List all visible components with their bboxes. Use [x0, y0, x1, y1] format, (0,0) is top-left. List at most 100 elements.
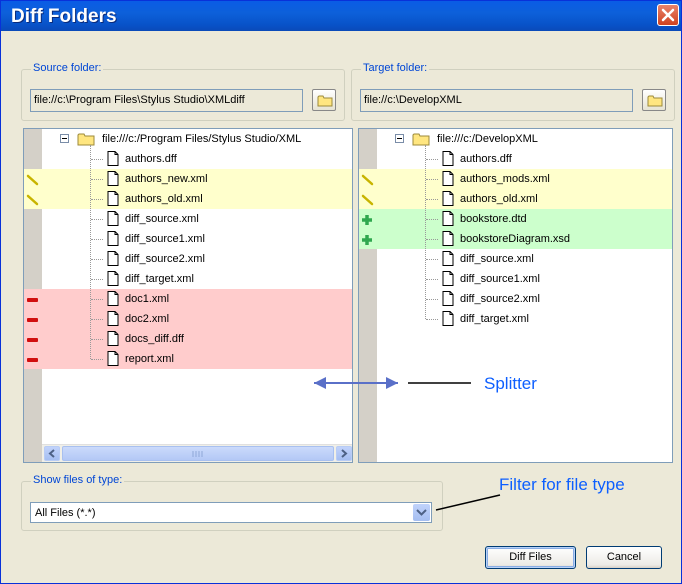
diff-files-button[interactable]: Diff Files: [485, 546, 576, 569]
source-path-field[interactable]: file://c:\Program Files\Stylus Studio\XM…: [30, 89, 303, 112]
tree-line: [426, 279, 438, 280]
collapse-icon[interactable]: [60, 134, 70, 144]
tree-line: [91, 219, 103, 220]
file-icon: [442, 311, 454, 326]
status-mark: [26, 334, 40, 349]
file-name-label: authors.dff: [460, 153, 512, 165]
folder-icon: [412, 133, 430, 146]
tree-root-label: file:///c:/DevelopXML: [437, 133, 538, 145]
close-button[interactable]: [657, 4, 679, 26]
source-tree: file:///c:/Program Files/Stylus Studio/X…: [24, 129, 352, 369]
diff-folders-dialog: Diff Folders Source folder: file://c:\Pr…: [0, 0, 682, 584]
cancel-button[interactable]: Cancel: [586, 546, 662, 569]
tree-file-row[interactable]: doc2.xml: [24, 309, 352, 329]
target-browse-button[interactable]: [642, 89, 666, 111]
tree-file-row[interactable]: diff_source.xml: [24, 209, 352, 229]
tree-line: [426, 159, 438, 160]
chevron-right-icon: [341, 449, 348, 458]
file-name-label: diff_source.xml: [460, 253, 534, 265]
tree-file-row[interactable]: diff_source1.xml: [359, 269, 672, 289]
tree-line: [91, 259, 103, 260]
tree-file-row[interactable]: bookstore.dtd: [359, 209, 672, 229]
tree-line: [91, 239, 103, 240]
tree-file-row[interactable]: docs_diff.dff: [24, 329, 352, 349]
tree-file-row[interactable]: diff_target.xml: [359, 309, 672, 329]
file-name-label: authors_old.xml: [460, 193, 538, 205]
status-mark: [361, 194, 375, 209]
added-icon: [362, 235, 372, 245]
source-tree-pane[interactable]: file:///c:/Program Files/Stylus Studio/X…: [23, 128, 353, 463]
tree-file-row[interactable]: diff_source.xml: [359, 249, 672, 269]
tree-file-row[interactable]: diff_source1.xml: [24, 229, 352, 249]
source-folder-label: Source folder:: [31, 62, 104, 74]
scroll-right-button[interactable]: [336, 446, 352, 461]
folder-icon: [647, 95, 663, 107]
status-mark: [26, 354, 40, 369]
file-icon: [107, 211, 119, 226]
tree-file-row[interactable]: bookstoreDiagram.xsd: [359, 229, 672, 249]
tree-root-row[interactable]: file:///c:/DevelopXML: [359, 129, 672, 149]
tree-line: [426, 319, 438, 320]
file-icon: [107, 311, 119, 326]
tree-file-row[interactable]: authors_old.xml: [359, 189, 672, 209]
dropdown-button[interactable]: [413, 504, 430, 521]
target-tree: file:///c:/DevelopXML authors.dff authors_…: [359, 129, 672, 329]
tree-root-label: file:///c:/Program Files/Stylus Studio/X…: [102, 133, 302, 145]
gutter-cell: [24, 229, 42, 249]
gutter-cell: [359, 149, 377, 169]
tree-file-row[interactable]: report.xml: [24, 349, 352, 369]
folder-icon: [77, 133, 95, 146]
scroll-left-button[interactable]: [44, 446, 60, 461]
file-name-label: diff_source2.xml: [460, 293, 540, 305]
removed-icon: [27, 338, 38, 342]
collapse-icon[interactable]: [395, 134, 405, 144]
tree-file-row[interactable]: authors.dff: [359, 149, 672, 169]
file-name-label: docs_diff.dff: [125, 333, 184, 345]
file-name-label: authors_old.xml: [125, 193, 203, 205]
file-name-label: authors_mods.xml: [460, 173, 550, 185]
tree-line: [90, 145, 91, 359]
status-mark: [361, 234, 375, 249]
gutter-cell: [24, 209, 42, 229]
target-tree-pane[interactable]: file:///c:/DevelopXML authors.dff authors_…: [358, 128, 673, 463]
status-mark: [26, 314, 40, 329]
chevron-down-icon: [416, 509, 427, 516]
file-name-label: diff_target.xml: [460, 313, 529, 325]
filter-label: Show files of type:: [31, 474, 125, 486]
tree-line: [426, 199, 438, 200]
added-icon: [362, 215, 372, 225]
tree-file-row[interactable]: authors_new.xml: [24, 169, 352, 189]
splitter-annotation-arrows: [314, 377, 471, 389]
file-name-label: diff_target.xml: [125, 273, 194, 285]
target-path-field[interactable]: file://c:\DevelopXML: [360, 89, 633, 112]
file-name-label: authors_new.xml: [125, 173, 208, 185]
tree-file-row[interactable]: diff_target.xml: [24, 269, 352, 289]
scroll-thumb[interactable]: [62, 446, 334, 461]
gutter-cell: [359, 309, 377, 329]
tree-file-row[interactable]: diff_source2.xml: [359, 289, 672, 309]
file-icon: [107, 331, 119, 346]
source-browse-button[interactable]: [312, 89, 336, 111]
splitter-annotation: Splitter: [484, 374, 537, 393]
status-mark: [361, 214, 375, 229]
tree-file-row[interactable]: doc1.xml: [24, 289, 352, 309]
removed-icon: [27, 298, 38, 302]
file-icon: [107, 351, 119, 366]
file-name-label: bookstore.dtd: [460, 213, 527, 225]
title-bar: Diff Folders: [1, 1, 681, 31]
changed-icon: [26, 174, 39, 186]
tree-file-row[interactable]: authors.dff: [24, 149, 352, 169]
tree-line: [91, 339, 103, 340]
status-mark: [361, 174, 375, 189]
tree-file-row[interactable]: authors_mods.xml: [359, 169, 672, 189]
tree-line: [426, 239, 438, 240]
tree-line: [425, 145, 426, 319]
file-type-select[interactable]: All Files (*.*): [30, 502, 432, 523]
tree-root-row[interactable]: file:///c:/Program Files/Stylus Studio/X…: [24, 129, 352, 149]
tree-file-row[interactable]: authors_old.xml: [24, 189, 352, 209]
tree-file-row[interactable]: diff_source2.xml: [24, 249, 352, 269]
source-horizontal-scrollbar[interactable]: [42, 444, 352, 462]
tree-line: [91, 279, 103, 280]
file-name-label: diff_source2.xml: [125, 253, 205, 265]
changed-icon: [26, 194, 39, 206]
